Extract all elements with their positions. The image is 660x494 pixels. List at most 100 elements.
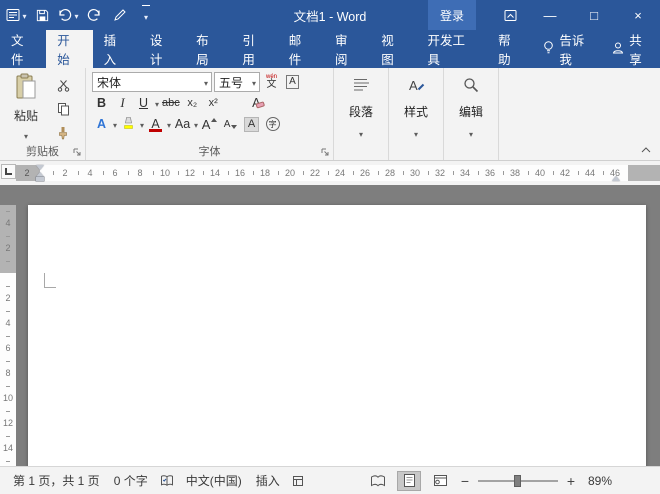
- enclose-characters-button[interactable]: 字: [263, 115, 282, 134]
- font-name-value: 宋体: [97, 74, 121, 91]
- tab-design[interactable]: 设计: [139, 30, 185, 68]
- highlight-caret-icon[interactable]: [140, 115, 144, 133]
- character-shading-button[interactable]: A: [242, 115, 261, 134]
- tab-file[interactable]: 文件: [0, 30, 46, 68]
- zoom-slider[interactable]: [478, 474, 558, 488]
- ruler-number: 20: [285, 165, 295, 181]
- paste-button[interactable]: 粘贴: [5, 72, 47, 144]
- tab-tell-me[interactable]: 告诉我: [533, 30, 604, 68]
- tab-insert[interactable]: 插入: [93, 30, 139, 68]
- eraser-icon: [256, 98, 266, 112]
- zoom-out-button[interactable]: −: [459, 473, 471, 489]
- ruler-number: 2: [62, 165, 67, 181]
- strikethrough-button[interactable]: abc: [161, 94, 181, 113]
- magnifier-icon: [462, 76, 480, 99]
- minimize-button[interactable]: —: [528, 0, 572, 30]
- tab-mailings[interactable]: 邮件: [278, 30, 324, 68]
- chevron-down-icon: [22, 6, 26, 24]
- chevron-down-icon: [201, 75, 211, 89]
- app-icon[interactable]: [4, 2, 28, 28]
- format-painter-button[interactable]: [51, 123, 75, 143]
- underline-caret-icon[interactable]: [155, 94, 159, 112]
- ruler-number: 6: [0, 343, 16, 353]
- shrink-font-button[interactable]: A: [221, 115, 240, 134]
- tell-me-label: 告诉我: [559, 30, 595, 68]
- tab-layout[interactable]: 布局: [185, 30, 231, 68]
- bold-button[interactable]: B: [92, 94, 111, 113]
- spellcheck-icon[interactable]: [155, 474, 179, 487]
- document-page[interactable]: [28, 205, 646, 466]
- save-button[interactable]: [30, 2, 54, 28]
- character-border-button[interactable]: A: [283, 73, 302, 92]
- ruler-number: 16: [235, 165, 245, 181]
- clear-formatting-button[interactable]: A: [247, 94, 266, 113]
- change-case-caret-icon[interactable]: [194, 115, 198, 133]
- zoom-in-button[interactable]: +: [565, 473, 577, 489]
- grow-font-button[interactable]: A: [200, 115, 219, 134]
- paragraph-group-button[interactable]: 段落: [334, 68, 389, 160]
- sign-in-button[interactable]: 登录: [428, 0, 476, 30]
- language-indicator[interactable]: 中文(中国): [179, 472, 249, 489]
- text-effects-button[interactable]: A: [92, 115, 111, 134]
- svg-text:A: A: [409, 78, 418, 93]
- font-color-button[interactable]: A: [146, 115, 165, 134]
- font-row-2: B I U abc x₂ x² A: [92, 93, 329, 113]
- ruler-number: 14: [210, 165, 220, 181]
- italic-button[interactable]: I: [113, 94, 132, 113]
- ruler-number: 44: [585, 165, 595, 181]
- read-mode-button[interactable]: [366, 471, 390, 491]
- tab-review[interactable]: 审阅: [324, 30, 370, 68]
- print-layout-button[interactable]: [397, 471, 421, 491]
- text-boundary-corner-mark: [44, 273, 56, 288]
- phonetic-guide-button[interactable]: wén文: [262, 73, 281, 92]
- tab-help[interactable]: 帮助: [487, 30, 533, 68]
- page-indicator[interactable]: 第 1 页，共 1 页: [6, 472, 107, 489]
- tab-selector-button[interactable]: [1, 164, 16, 179]
- insert-mode-indicator[interactable]: 插入: [249, 472, 287, 489]
- ruler-number: 4: [0, 318, 16, 328]
- highlight-button[interactable]: [119, 115, 138, 134]
- zoom-slider-thumb[interactable]: [514, 475, 521, 487]
- maximize-button[interactable]: □: [572, 0, 616, 30]
- ruler-number: 40: [535, 165, 545, 181]
- undo-button[interactable]: [56, 2, 80, 28]
- font-color-caret-icon[interactable]: [167, 115, 171, 133]
- left-indent-marker[interactable]: [36, 177, 44, 181]
- tab-view[interactable]: 视图: [370, 30, 416, 68]
- styles-group-button[interactable]: A 样式: [389, 68, 444, 160]
- cut-button[interactable]: [51, 75, 75, 95]
- collapse-ribbon-button[interactable]: [637, 143, 655, 157]
- macro-record-icon[interactable]: [287, 475, 309, 487]
- redo-button[interactable]: [82, 2, 106, 28]
- tab-developer[interactable]: 开发工具: [417, 30, 488, 68]
- pen-icon[interactable]: [108, 2, 132, 28]
- paste-icon: [14, 73, 38, 105]
- copy-button[interactable]: [51, 99, 75, 119]
- ruler-number: 4: [0, 218, 16, 228]
- ribbon-display-options-button[interactable]: [492, 0, 528, 30]
- customize-quick-access-button[interactable]: [134, 2, 158, 28]
- word-count[interactable]: 0 个字: [107, 472, 155, 489]
- font-name-combo[interactable]: 宋体: [92, 72, 212, 92]
- word-window: 文档1 - Word 登录 — □ × 文件 开始 插入 设计 布局 引用 邮件…: [0, 0, 660, 494]
- share-button[interactable]: 共享: [604, 30, 660, 68]
- tab-home[interactable]: 开始: [46, 30, 92, 68]
- chevron-down-icon: [249, 75, 259, 89]
- clipboard-small-buttons: [51, 72, 75, 144]
- ruler-number: 22: [310, 165, 320, 181]
- font-size-combo[interactable]: 五号: [214, 72, 260, 92]
- clipboard-dialog-launcher[interactable]: [71, 146, 83, 158]
- superscript-button[interactable]: x²: [204, 94, 223, 113]
- zoom-percentage[interactable]: 89%: [584, 474, 612, 488]
- tab-references[interactable]: 引用: [231, 30, 277, 68]
- font-dialog-launcher[interactable]: [319, 146, 331, 158]
- subscript-button[interactable]: x₂: [183, 94, 202, 113]
- paragraph-icon: [351, 76, 371, 99]
- web-layout-button[interactable]: [428, 471, 452, 491]
- text-effects-caret-icon[interactable]: [113, 115, 117, 133]
- first-line-indent-marker[interactable]: [36, 165, 44, 170]
- change-case-button[interactable]: Aa: [173, 115, 192, 134]
- close-button[interactable]: ×: [616, 0, 660, 30]
- underline-button[interactable]: U: [134, 94, 153, 113]
- editing-group-button[interactable]: 编辑: [444, 68, 499, 160]
